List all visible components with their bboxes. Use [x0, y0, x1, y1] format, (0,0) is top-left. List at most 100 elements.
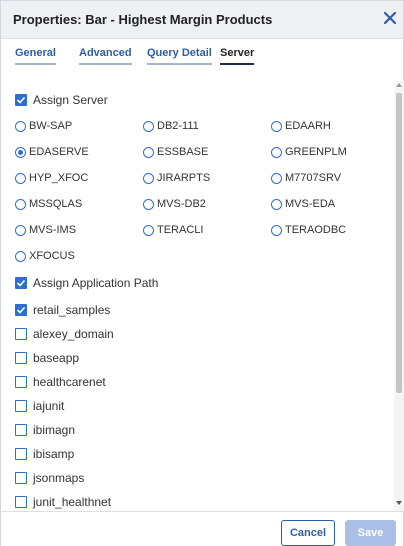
checkbox-box[interactable] — [15, 424, 27, 436]
tab-general[interactable]: General — [15, 47, 56, 65]
assign-app-path-label: Assign Application Path — [33, 276, 159, 290]
checkbox-box[interactable] — [15, 472, 27, 484]
check-icon — [16, 96, 26, 104]
server-radio-jirarpts[interactable]: JIRARPTS — [143, 172, 210, 184]
radio-circle[interactable] — [143, 198, 154, 210]
radio-label: EDASERVE — [29, 146, 89, 158]
server-radio-hyp-xfoc[interactable]: HYP_XFOC — [15, 172, 88, 184]
app-path-item-alexey-domain[interactable]: alexey_domain — [15, 327, 114, 341]
scroll-thumb[interactable] — [396, 93, 402, 393]
radio-circle[interactable] — [271, 146, 282, 158]
app-path-item-jsonmaps[interactable]: jsonmaps — [15, 471, 84, 485]
dialog-title: Properties: Bar - Highest Margin Product… — [13, 12, 273, 27]
radio-circle[interactable] — [15, 120, 26, 132]
server-radio-teracli[interactable]: TERACLI — [143, 224, 203, 236]
server-radio-mvs-ims[interactable]: MVS-IMS — [15, 224, 76, 236]
app-path-item-healthcarenet[interactable]: healthcarenet — [15, 375, 106, 389]
radio-label: TERACLI — [157, 224, 204, 236]
server-radio-xfocus[interactable]: XFOCUS — [15, 250, 75, 262]
radio-circle[interactable] — [271, 172, 282, 184]
checkbox-box[interactable] — [15, 400, 27, 412]
app-path-label: retail_samples — [33, 303, 111, 317]
scroll-up-icon[interactable] — [396, 83, 402, 87]
tab-advanced[interactable]: Advanced — [79, 47, 132, 65]
properties-dialog: Properties: Bar - Highest Margin Product… — [0, 0, 404, 546]
radio-circle[interactable] — [271, 120, 282, 132]
app-path-label: ibimagn — [33, 423, 76, 437]
app-path-label: iajunit — [33, 399, 65, 413]
radio-circle[interactable] — [143, 146, 154, 158]
assign-app-path-checkbox[interactable]: Assign Application Path — [15, 276, 158, 290]
server-radio-bw-sap[interactable]: BW-SAP — [15, 120, 72, 132]
save-button[interactable]: Save — [345, 520, 396, 546]
radio-label: TERAODBC — [285, 224, 347, 236]
app-path-label: jsonmaps — [33, 471, 85, 485]
radio-label: JIRARPTS — [157, 172, 211, 184]
radio-label: MVS-EDA — [285, 198, 336, 210]
dialog-titlebar: Properties: Bar - Highest Margin Product… — [1, 1, 403, 39]
tab-server[interactable]: Server — [220, 47, 255, 65]
radio-circle[interactable] — [143, 120, 154, 132]
checkbox-box[interactable] — [15, 376, 27, 388]
checkbox-box[interactable] — [15, 448, 27, 460]
radio-label: ESSBASE — [157, 146, 209, 158]
assign-server-checkbox[interactable]: Assign Server — [15, 93, 108, 107]
app-path-item-ibimagn[interactable]: ibimagn — [15, 423, 75, 437]
app-path-item-baseapp[interactable]: baseapp — [15, 351, 79, 365]
app-path-label: junit_healthnet — [33, 495, 112, 509]
checkbox-box[interactable] — [15, 352, 27, 364]
radio-label: HYP_XFOC — [29, 172, 89, 184]
server-radio-essbase[interactable]: ESSBASE — [143, 146, 208, 158]
radio-circle[interactable] — [15, 198, 26, 210]
radio-circle[interactable] — [15, 172, 26, 184]
radio-circle[interactable] — [271, 198, 282, 210]
assign-server-label: Assign Server — [33, 93, 108, 107]
close-icon[interactable] — [383, 11, 397, 25]
radio-label: BW-SAP — [29, 120, 73, 132]
server-radio-mssqlas[interactable]: MSSQLAS — [15, 198, 82, 210]
radio-circle[interactable] — [271, 224, 282, 236]
app-path-label: baseapp — [33, 351, 80, 365]
scroll-down-icon[interactable] — [396, 501, 402, 505]
app-path-item-junit-healthnet[interactable]: junit_healthnet — [15, 495, 111, 509]
app-path-label: alexey_domain — [33, 327, 114, 341]
vertical-scrollbar[interactable] — [394, 81, 404, 511]
radio-label: DB2-111 — [157, 120, 199, 132]
radio-circle[interactable] — [143, 172, 154, 184]
radio-circle[interactable] — [15, 250, 26, 262]
server-radio-mvs-eda[interactable]: MVS-EDA — [271, 198, 335, 210]
server-radio-greenplm[interactable]: GREENPLM — [271, 146, 347, 158]
radio-label: MSSQLAS — [29, 198, 83, 210]
checkbox-box[interactable] — [15, 94, 27, 106]
app-path-item-retail-samples[interactable]: retail_samples — [15, 303, 110, 317]
checkbox-box[interactable] — [15, 328, 27, 340]
dialog-footer: Cancel Save — [1, 511, 403, 546]
tab-bar: General Advanced Query Detail Server — [1, 39, 403, 71]
radio-label: GREENPLM — [285, 146, 347, 158]
checkbox-box[interactable] — [15, 277, 27, 289]
radio-circle[interactable] — [15, 146, 26, 158]
server-radio-edaserve[interactable]: EDASERVE — [15, 146, 89, 158]
radio-label: XFOCUS — [29, 250, 75, 262]
radio-circle[interactable] — [15, 224, 26, 236]
app-path-label: healthcarenet — [33, 375, 106, 389]
server-radio-edaarh[interactable]: EDAARH — [271, 120, 331, 132]
checkbox-box[interactable] — [15, 496, 27, 508]
radio-circle[interactable] — [143, 224, 154, 236]
server-radio-db2-111[interactable]: DB2-111 — [143, 120, 199, 132]
server-radio-m7707srv[interactable]: M7707SRV — [271, 172, 341, 184]
radio-label: M7707SRV — [285, 172, 342, 184]
server-radio-mvs-db2[interactable]: MVS-DB2 — [143, 198, 206, 210]
cancel-button[interactable]: Cancel — [281, 520, 335, 546]
checkbox-box[interactable] — [15, 304, 27, 316]
check-icon — [16, 306, 26, 314]
app-path-item-iajunit[interactable]: iajunit — [15, 399, 64, 413]
radio-label: EDAARH — [285, 120, 331, 132]
app-path-label: ibisamp — [33, 447, 75, 461]
radio-label: MVS-IMS — [29, 224, 77, 236]
server-panel: Assign Server BW-SAP DB2-111 EDAARH EDAS… — [1, 81, 394, 511]
radio-label: MVS-DB2 — [157, 198, 206, 210]
tab-query-detail[interactable]: Query Detail — [147, 47, 212, 65]
server-radio-teraodbc[interactable]: TERAODBC — [271, 224, 346, 236]
app-path-item-ibisamp[interactable]: ibisamp — [15, 447, 74, 461]
